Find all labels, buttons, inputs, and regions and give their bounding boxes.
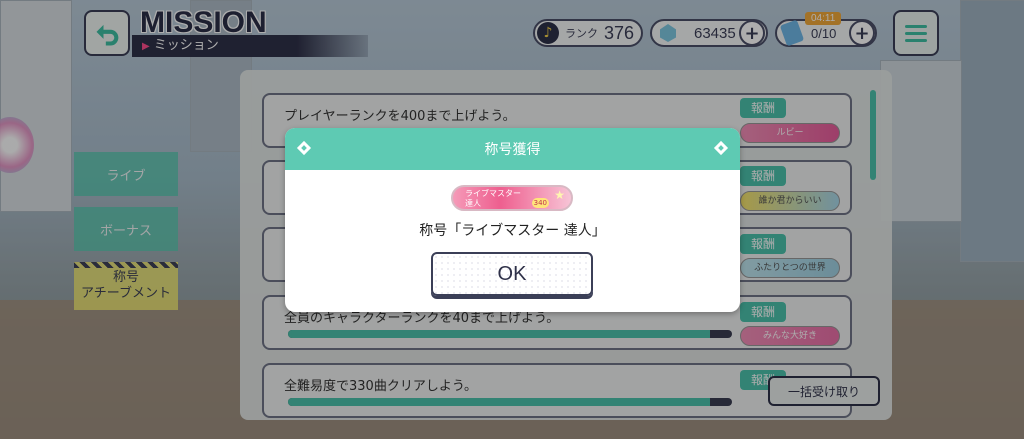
title-badge: ライブマスター 達人 ★ 340 [451, 185, 573, 211]
dialog-header: 称号獲得 [285, 128, 740, 170]
star-icon: ★ [554, 188, 565, 202]
dialog-message: 称号「ライブマスター 達人」 [419, 223, 606, 239]
badge-text: ライブマスター 達人 [465, 189, 521, 208]
diamond-icon [296, 140, 312, 156]
ok-button[interactable]: OK [431, 252, 593, 296]
badge-number: 340 [531, 198, 549, 208]
diamond-icon [713, 140, 729, 156]
title-acquired-dialog: 称号獲得 ライブマスター 達人 ★ 340 称号「ライブマスター 達人」 OK [285, 128, 740, 312]
dialog-title: 称号獲得 [484, 142, 541, 158]
